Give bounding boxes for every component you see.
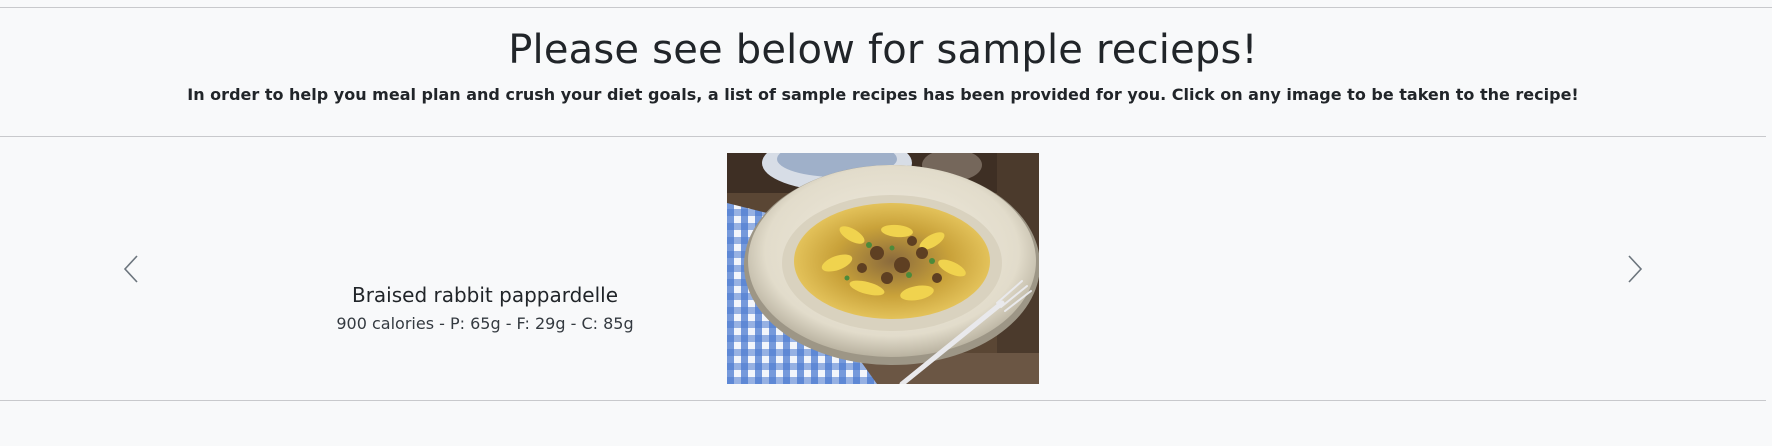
carousel-next-button[interactable] <box>1614 251 1654 291</box>
recipe-name: Braised rabbit pappardelle <box>351 283 619 307</box>
recipe-carousel: Braised rabbit pappardelle 900 calories … <box>0 137 1766 400</box>
intro-section: Please see below for sample recieps! In … <box>0 24 1766 106</box>
slide-caption: Braised rabbit pappardelle 900 calories … <box>285 281 685 335</box>
carousel-prev-button[interactable] <box>112 251 152 291</box>
top-divider <box>0 7 1772 8</box>
bottom-divider <box>0 400 1766 401</box>
recipe-image-link[interactable] <box>727 153 1039 384</box>
recipes-page: Please see below for sample recieps! In … <box>0 0 1772 446</box>
page-subtitle: In order to help you meal plan and crush… <box>187 85 1579 104</box>
recipe-macros: 900 calories - P: 65g - F: 29g - C: 85g <box>336 314 634 333</box>
chevron-left-icon <box>122 254 142 288</box>
page-title: Please see below for sample recieps! <box>508 27 1258 73</box>
pasta-dish-image <box>727 153 1039 384</box>
chevron-right-icon <box>1624 254 1644 288</box>
